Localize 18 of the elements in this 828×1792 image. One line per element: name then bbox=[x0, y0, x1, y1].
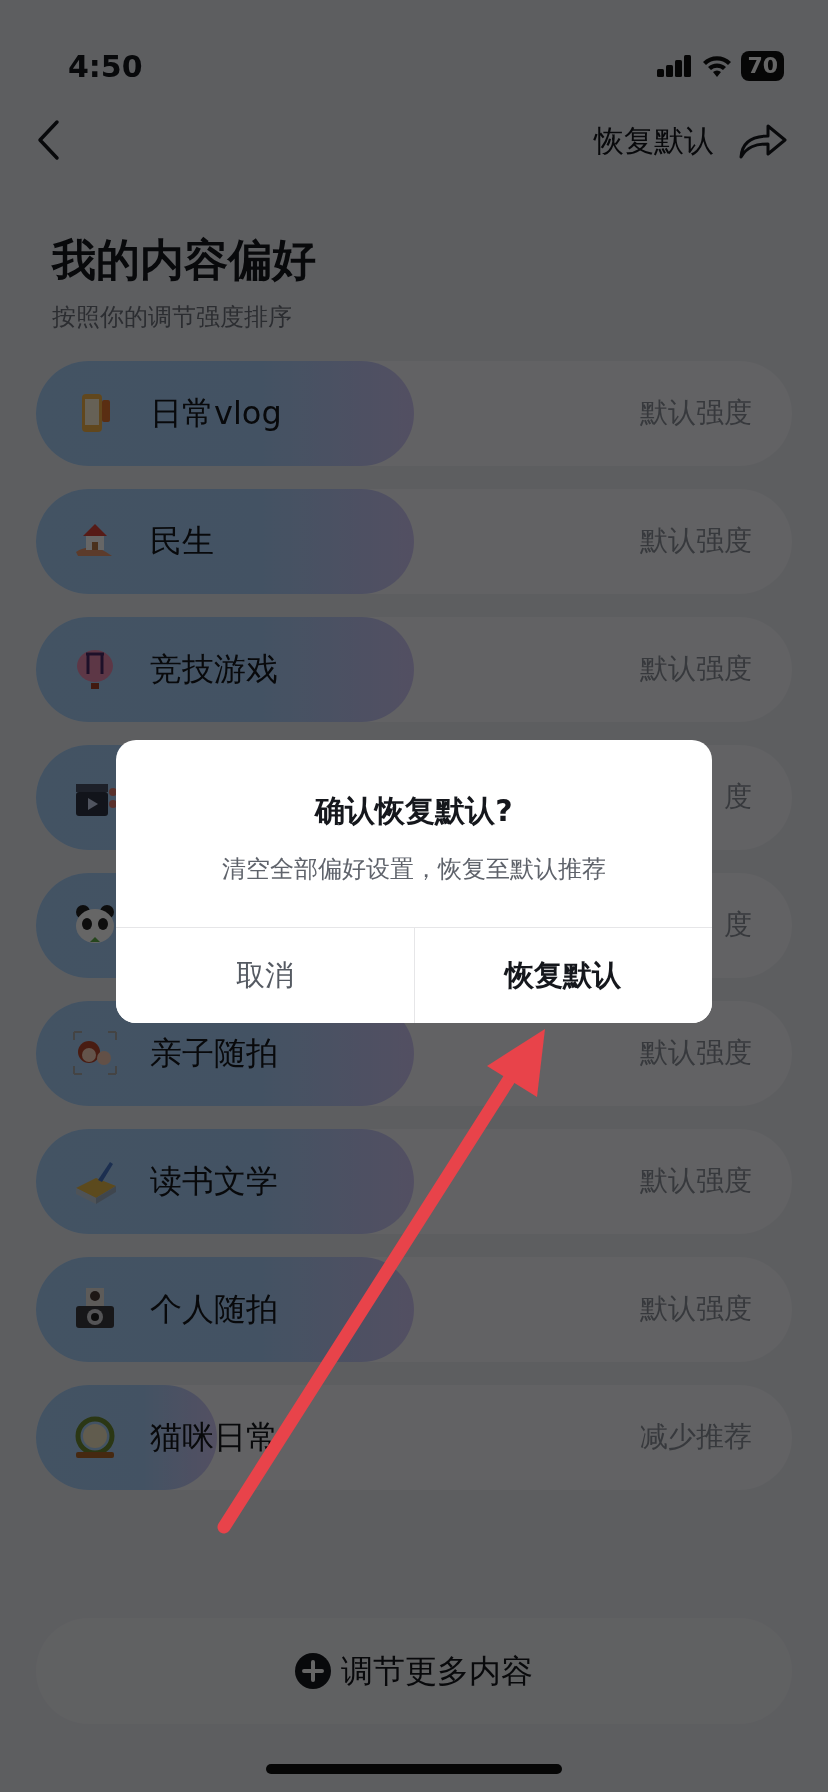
preference-label: 日常vlog bbox=[150, 393, 282, 435]
reset-default-link[interactable]: 恢复默认 bbox=[594, 117, 714, 163]
dialog-message: 清空全部偏好设置，恢复至默认推荐 bbox=[221, 854, 607, 885]
confirm-button[interactable]: 恢复默认 bbox=[413, 928, 712, 1023]
back-icon[interactable] bbox=[36, 119, 60, 161]
add-icon bbox=[295, 1653, 331, 1689]
battery-indicator: 70 bbox=[741, 51, 784, 81]
preference-label: 民生 bbox=[150, 521, 214, 563]
signal-icon bbox=[657, 55, 694, 77]
preference-label: 竞技游戏 bbox=[150, 649, 278, 691]
status-time: 4:50 bbox=[68, 47, 143, 86]
page-title: 我的内容偏好 bbox=[50, 233, 317, 287]
wifi-icon bbox=[701, 54, 734, 78]
preference-label: 亲子随拍 bbox=[150, 1033, 278, 1075]
dialog-title: 确认恢复默认? bbox=[313, 792, 514, 830]
preference-label: 读书文学 bbox=[150, 1161, 278, 1203]
preference-label: 个人随拍 bbox=[150, 1289, 278, 1331]
family-icon bbox=[72, 1030, 118, 1077]
